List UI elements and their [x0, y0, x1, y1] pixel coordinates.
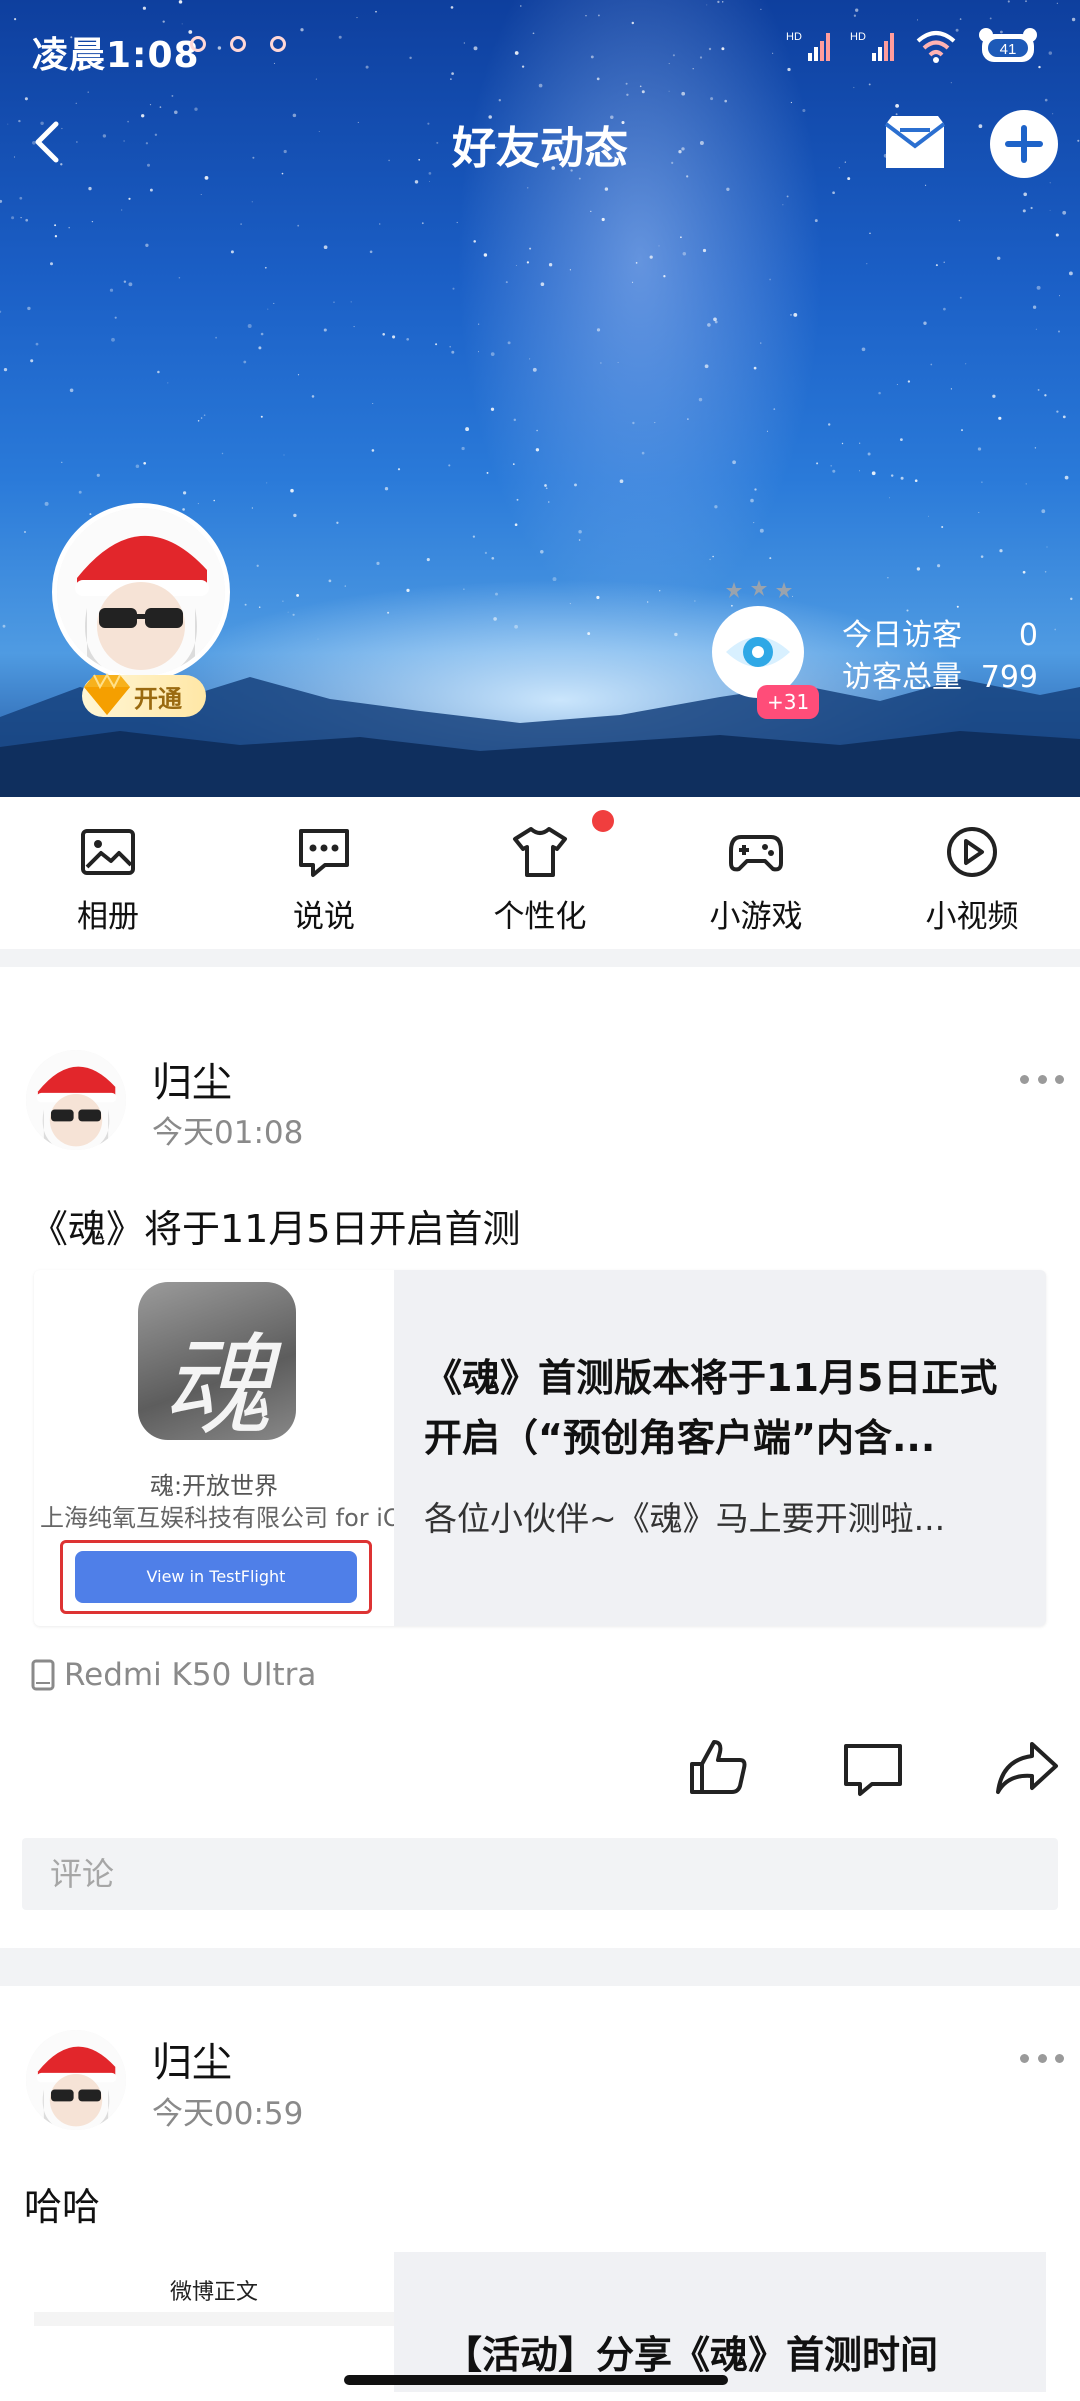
screen: 凌晨1:08 HD HD 41 好友动态 开通 +31 今日访客 0 访客总量 … — [0, 0, 1080, 2401]
signal-hd-label: HD — [850, 31, 866, 43]
thumbnail-testflight-button: View in TestFlight — [75, 1551, 357, 1603]
post-author-avatar[interactable] — [26, 2030, 126, 2130]
cartoon-avatar-image — [57, 508, 225, 676]
post-author-name[interactable]: 归尘 — [152, 1050, 232, 1108]
comment-icon[interactable] — [840, 1738, 906, 1800]
status-indicators: HD HD 41 — [786, 26, 1040, 66]
shared-card-title: 《魂》首测版本将于11月5日正式开启（“预创角客户端”内含... — [424, 1356, 998, 1460]
like-icon[interactable] — [686, 1736, 752, 1798]
thumbnail-highlight-frame: View in TestFlight — [60, 1540, 372, 1614]
shared-card-thumbnail: 微博正文 — [34, 2252, 394, 2392]
thumbnail-company: 上海纯氧互娱科技有限公司 for iO — [40, 1504, 394, 1532]
status-time: 凌晨1:08 — [32, 35, 200, 76]
new-indicator-dot — [592, 810, 614, 832]
vip-open-badge[interactable]: 开通 — [82, 673, 206, 717]
quick-nav-label: 小游戏 — [709, 899, 803, 935]
quick-nav-personalize[interactable]: 个性化 — [432, 797, 648, 949]
quick-nav-shuoshuo[interactable]: 说说 — [216, 797, 432, 949]
cartoon-avatar-image — [26, 2030, 126, 2130]
signal-hd-label: HD — [786, 31, 802, 43]
device-name: Redmi K50 Ultra — [64, 1657, 317, 1693]
cartoon-avatar-image — [26, 1050, 126, 1150]
post-text: 哈哈 — [24, 2185, 101, 2229]
diamond-icon — [84, 673, 130, 715]
shared-card-title: 【活动】分享《魂》首测时间 — [444, 2333, 939, 2377]
quick-nav-bar: 相册 说说 个性化 小游戏 小视频 — [0, 797, 1080, 949]
phone-icon — [31, 1659, 55, 1691]
quick-nav-minigames[interactable]: 小游戏 — [648, 797, 864, 949]
vip-badge-label: 开通 — [134, 684, 182, 713]
today-visitors-value: 0 — [1018, 618, 1038, 653]
shared-link-card[interactable]: 魂 魂:开放世界 上海纯氧互娱科技有限公司 for iO View in Tes… — [34, 1270, 1046, 1626]
status-bar: 凌晨1:08 HD HD 41 — [0, 0, 1080, 96]
play-circle-icon — [947, 827, 997, 877]
signal-icon: HD — [786, 31, 830, 61]
shared-card-thumbnail: 魂 魂:开放世界 上海纯氧互娱科技有限公司 for iO View in Tes… — [34, 1270, 394, 1626]
share-icon[interactable] — [994, 1736, 1060, 1798]
visitor-stats[interactable]: 今日访客 0 访客总量 799 — [842, 615, 1038, 699]
signal-icon: HD — [850, 31, 894, 61]
quick-nav-shortvideo[interactable]: 小视频 — [864, 797, 1080, 949]
quick-nav-label: 相册 — [77, 899, 139, 935]
section-divider — [0, 1948, 1080, 1986]
shared-link-card[interactable]: 微博正文 【活动】分享《魂》首测时间 — [34, 2252, 1046, 2392]
total-visitors-label: 访客总量 — [842, 660, 962, 695]
app-icon-image: 魂 — [138, 1282, 296, 1440]
more-options-icon[interactable] — [1020, 2050, 1064, 2066]
app-icon-glyph: 魂 — [162, 1322, 272, 1440]
home-indicator[interactable] — [344, 2375, 728, 2385]
today-visitors-label: 今日访客 — [842, 618, 962, 653]
add-button[interactable] — [990, 110, 1058, 178]
thumbnail-app-name: 魂:开放世界 — [149, 1472, 279, 1500]
photo-album-icon — [81, 829, 135, 875]
post-text: 《魂》将于11月5日开启首测 — [30, 1207, 521, 1251]
thumbnail-label: 微博正文 — [169, 2280, 258, 2305]
chat-bubble-icon — [299, 829, 349, 877]
tshirt-icon — [513, 827, 567, 877]
visitor-new-badge: +31 — [757, 685, 820, 719]
stars-decoration-icon — [726, 580, 792, 598]
quick-nav-label: 说说 — [293, 899, 355, 935]
notification-icons — [190, 36, 286, 52]
total-visitors-value: 799 — [980, 660, 1038, 695]
comment-input[interactable]: 评论 — [22, 1838, 1058, 1910]
section-divider — [0, 949, 1080, 967]
plus-icon — [1005, 125, 1043, 163]
quick-nav-label: 个性化 — [493, 899, 587, 935]
shared-card-description: 各位小伙伴~《魂》马上要开测啦... — [424, 1499, 946, 1538]
post-timestamp: 今天00:59 — [152, 2096, 304, 2132]
profile-avatar[interactable] — [52, 503, 230, 681]
quick-nav-album[interactable]: 相册 — [0, 797, 216, 949]
battery-level: 41 — [1000, 41, 1017, 58]
quick-nav-label: 小视频 — [925, 899, 1019, 935]
post-device: Redmi K50 Ultra — [30, 1657, 316, 1693]
messages-icon[interactable] — [880, 110, 950, 176]
gamepad-icon — [729, 835, 783, 872]
post-author-avatar[interactable] — [26, 1050, 126, 1150]
post-author-name[interactable]: 归尘 — [152, 2030, 232, 2088]
thumbnail-divider — [34, 2312, 394, 2326]
battery-icon: 41 — [979, 28, 1037, 62]
more-options-icon[interactable] — [1020, 1071, 1064, 1087]
wifi-icon — [916, 31, 956, 63]
post-timestamp: 今天01:08 — [152, 1115, 304, 1151]
